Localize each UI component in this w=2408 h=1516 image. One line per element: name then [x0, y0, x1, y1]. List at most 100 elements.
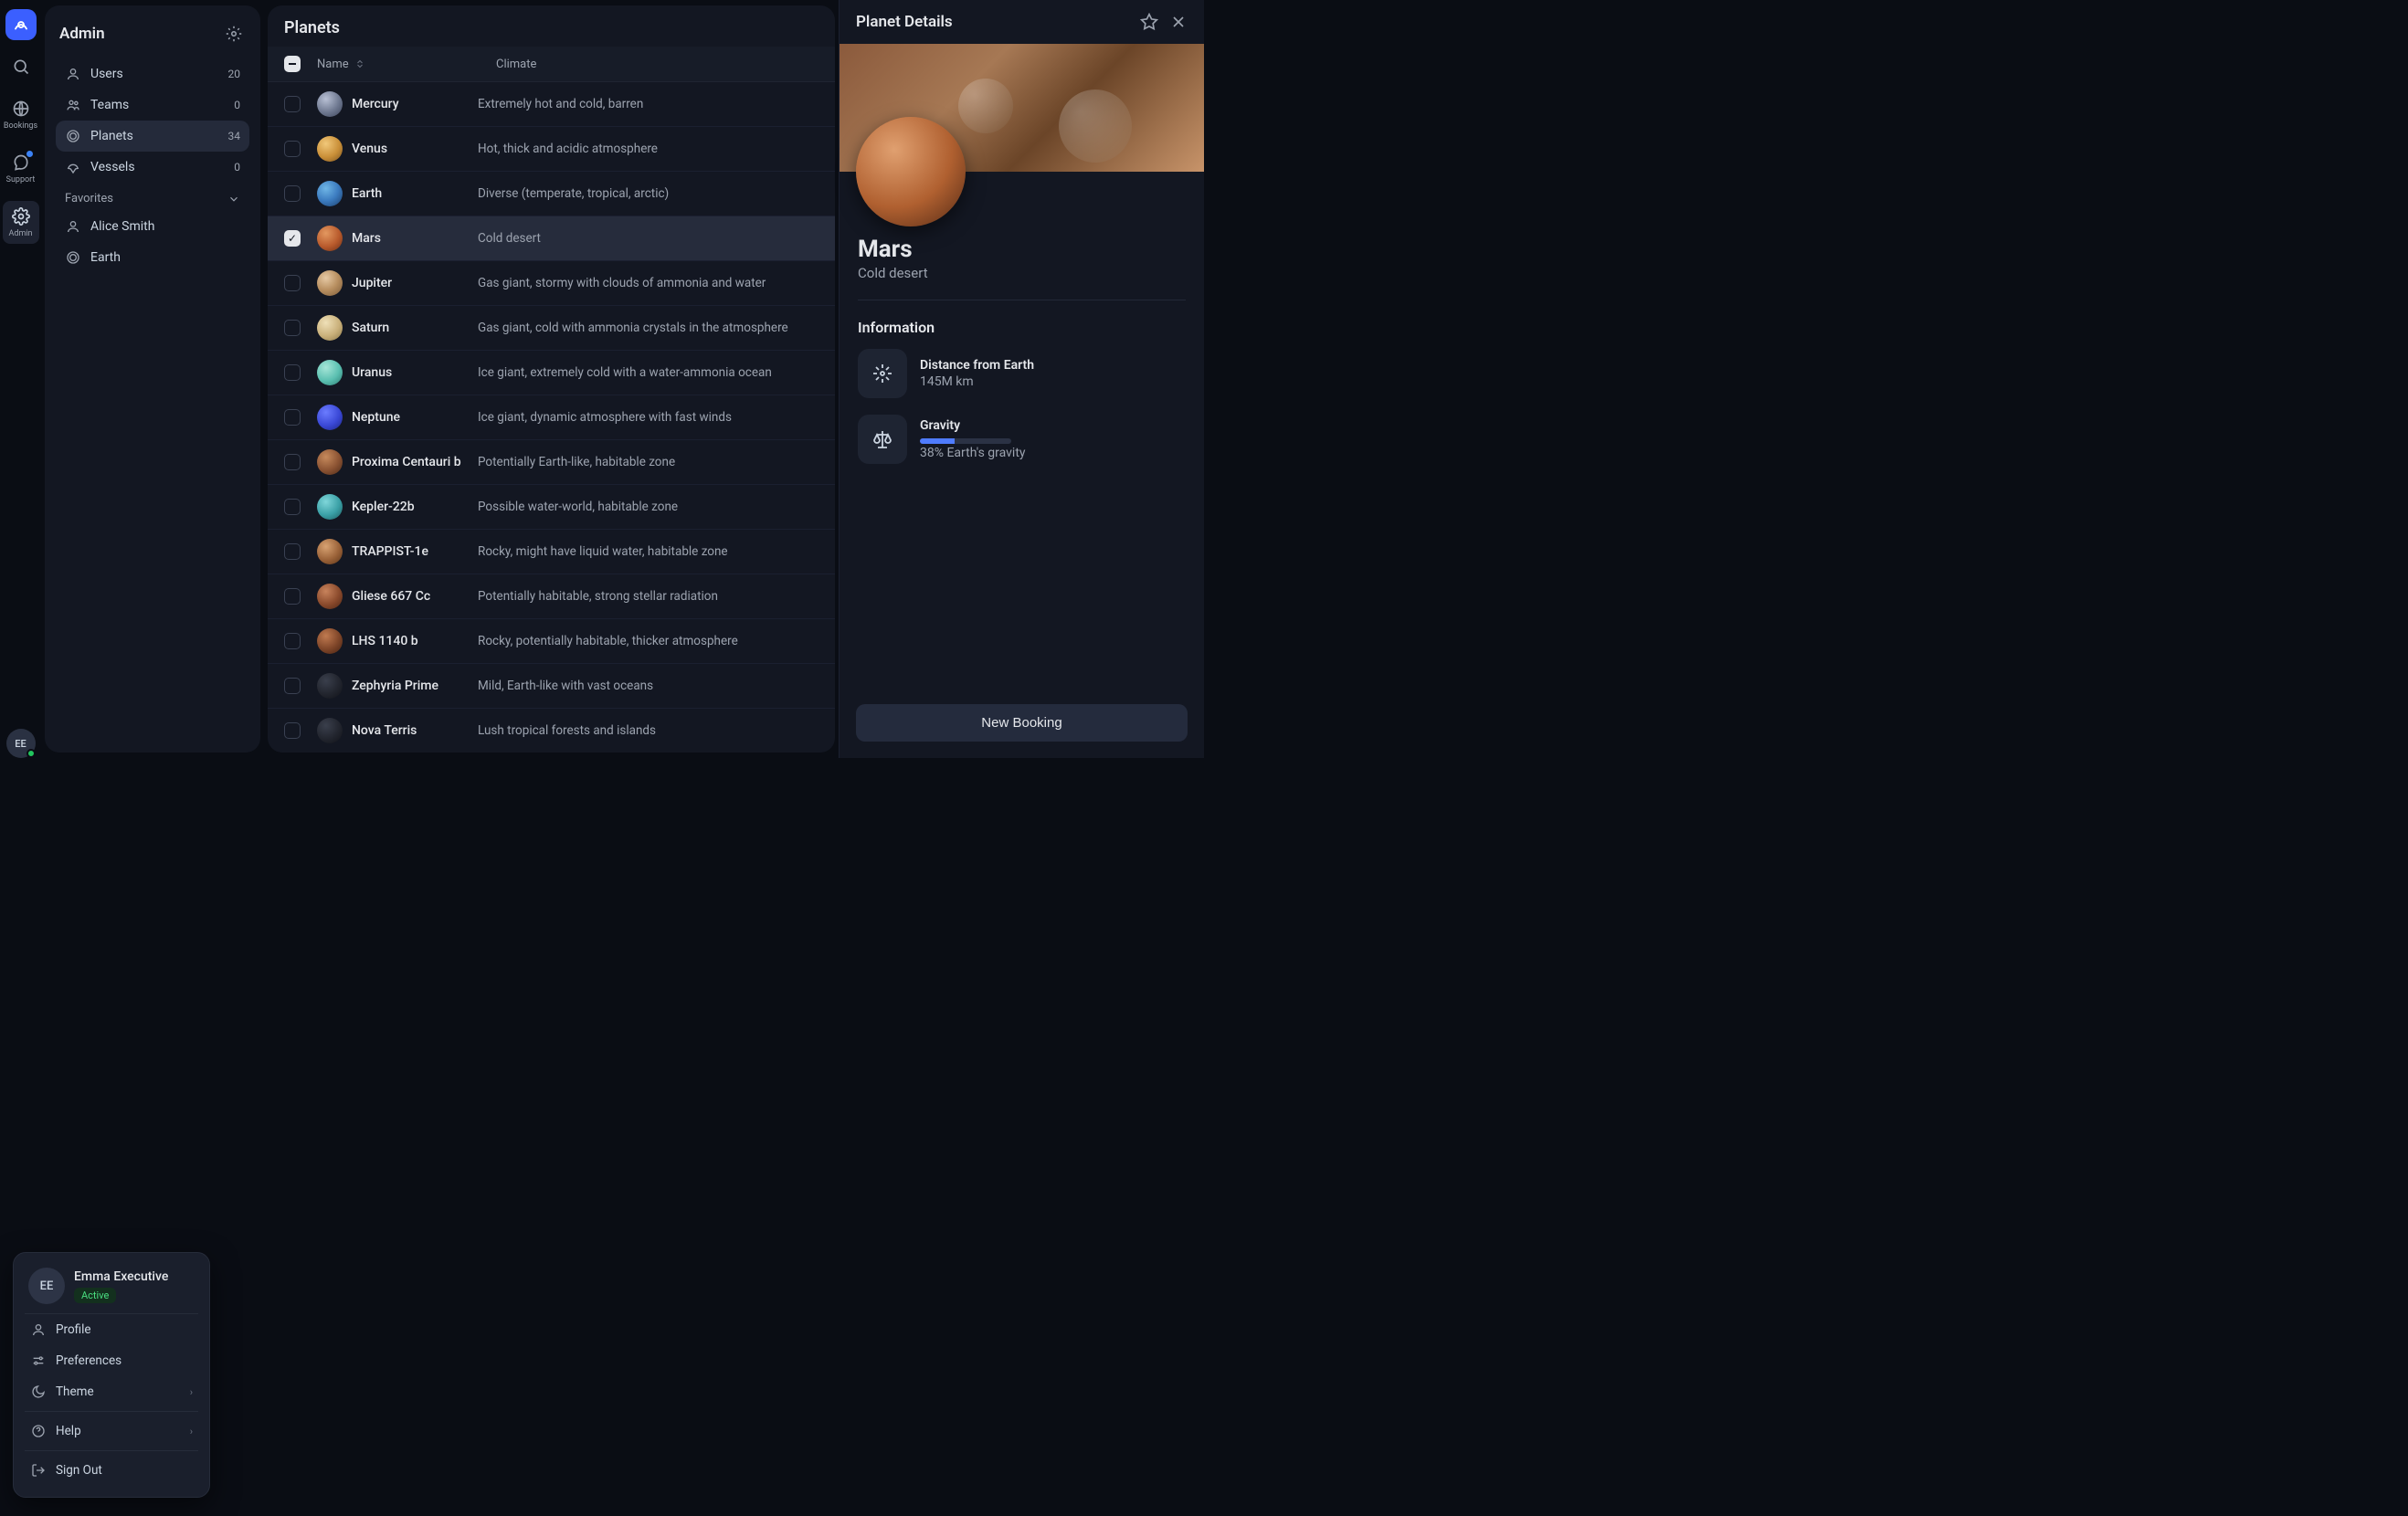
table-row[interactable]: Zephyria PrimeMild, Earth-like with vast…: [268, 664, 835, 709]
planet-subtitle: Cold desert: [858, 265, 1186, 281]
row-checkbox[interactable]: [284, 678, 301, 694]
user-icon: [30, 1322, 47, 1337]
table-row[interactable]: Proxima Centauri bPotentially Earth-like…: [268, 440, 835, 485]
row-checkbox[interactable]: [284, 96, 301, 112]
popover-theme[interactable]: Theme ›: [25, 1376, 198, 1407]
table-row[interactable]: SaturnGas giant, cold with ammonia cryst…: [268, 306, 835, 351]
table-row[interactable]: Gliese 667 Cc Potentially habitable, stro…: [268, 574, 835, 619]
row-checkbox[interactable]: [284, 543, 301, 560]
planet-climate-cell: Lush tropical forests and islands: [478, 723, 819, 738]
table-header: Name Climate: [268, 47, 835, 82]
popover-preferences[interactable]: Preferences: [25, 1345, 198, 1376]
table-row[interactable]: UranusIce giant, extremely cold with a w…: [268, 351, 835, 395]
details-panel: Planet Details Mars Cold desert Informat…: [839, 0, 1204, 758]
table-row[interactable]: NeptuneIce giant, dynamic atmosphere wit…: [268, 395, 835, 440]
close-icon[interactable]: [1169, 13, 1188, 31]
planet-name-cell: Zephyria Prime: [352, 679, 438, 693]
planet-climate-cell: Gas giant, cold with ammonia crystals in…: [478, 321, 819, 335]
row-checkbox[interactable]: [284, 320, 301, 336]
sidebar-title: Admin: [59, 25, 105, 43]
sidebar-item-vessels[interactable]: Vessels0: [56, 152, 249, 183]
row-checkbox[interactable]: [284, 454, 301, 470]
rail-bookings-label: Bookings: [4, 121, 37, 131]
planet-avatar: [317, 91, 343, 117]
planet-avatar: [317, 405, 343, 430]
row-checkbox[interactable]: [284, 185, 301, 202]
row-checkbox[interactable]: ✓: [284, 230, 301, 247]
gravity-label: Gravity: [920, 418, 1186, 433]
info-section-title: Information: [858, 319, 1186, 336]
sidebar-item-users[interactable]: Users20: [56, 58, 249, 89]
new-booking-button[interactable]: New Booking: [856, 704, 1188, 742]
table-row[interactable]: Kepler-22b Possible water-world, habitabl…: [268, 485, 835, 530]
presence-dot: [26, 749, 36, 758]
rail-admin[interactable]: Admin: [3, 201, 39, 244]
select-all-checkbox[interactable]: [284, 56, 301, 72]
planet-avatar: [317, 584, 343, 609]
row-checkbox[interactable]: [284, 409, 301, 426]
row-checkbox[interactable]: [284, 364, 301, 381]
column-name[interactable]: Name: [317, 58, 481, 71]
favorite-item[interactable]: Alice Smith: [56, 211, 249, 242]
favorites-header[interactable]: Favorites: [56, 183, 249, 211]
popover-profile[interactable]: Profile: [25, 1314, 198, 1345]
planet-avatar: [317, 270, 343, 296]
rail-search[interactable]: [3, 51, 39, 82]
planet-climate-cell: Potentially habitable, strong stellar ra…: [478, 589, 819, 604]
column-climate[interactable]: Climate: [496, 58, 819, 71]
table-row[interactable]: TRAPPIST-1eRocky, might have liquid wate…: [268, 530, 835, 574]
scale-icon: [858, 415, 907, 464]
row-checkbox[interactable]: [284, 499, 301, 515]
planet-climate-cell: Ice giant, dynamic atmosphere with fast …: [478, 410, 819, 425]
search-icon: [11, 57, 31, 77]
popover-status: Active: [74, 1288, 116, 1303]
planet-avatar: [317, 718, 343, 743]
planet-avatar: [317, 628, 343, 654]
row-checkbox[interactable]: [284, 633, 301, 649]
table-row[interactable]: Nova Terris Lush tropical forests and isl…: [268, 709, 835, 753]
star-icon[interactable]: [1140, 13, 1158, 31]
planet-avatar: [317, 226, 343, 251]
rail-support[interactable]: Support: [3, 147, 39, 190]
table-row[interactable]: VenusHot, thick and acidic atmosphere: [268, 127, 835, 172]
planet-name-cell: Nova Terris: [352, 723, 417, 738]
table-row[interactable]: LHS 1140 bRocky, potentially habitable, …: [268, 619, 835, 664]
rail-admin-label: Admin: [9, 229, 33, 238]
planet-climate-cell: Potentially Earth-like, habitable zone: [478, 455, 819, 469]
row-checkbox[interactable]: [284, 275, 301, 291]
row-checkbox[interactable]: [284, 141, 301, 157]
planet-climate-cell: Diverse (temperate, tropical, arctic): [478, 186, 819, 201]
sidebar-settings-button[interactable]: [222, 22, 246, 46]
planet-name-cell: Kepler-22b: [352, 500, 415, 514]
table-row[interactable]: EarthDiverse (temperate, tropical, arcti…: [268, 172, 835, 216]
planet-avatar: [317, 673, 343, 699]
table-row[interactable]: JupiterGas giant, stormy with clouds of …: [268, 261, 835, 306]
table-row[interactable]: MercuryExtremely hot and cold, barren: [268, 82, 835, 127]
gravity-progress: [920, 438, 1011, 444]
user-avatar[interactable]: EE: [6, 729, 36, 758]
favorite-item[interactable]: Earth: [56, 242, 249, 273]
rail-bookings[interactable]: Bookings: [3, 93, 39, 136]
planet-climate-cell: Gas giant, stormy with clouds of ammonia…: [478, 276, 819, 290]
planet-avatar-large: [856, 117, 966, 226]
nav-icon: [65, 159, 81, 175]
app-logo[interactable]: [5, 9, 37, 40]
popover-help[interactable]: Help ›: [25, 1416, 198, 1447]
row-checkbox[interactable]: [284, 722, 301, 739]
planet-name-cell: Mars: [352, 231, 381, 246]
help-icon: [30, 1424, 47, 1438]
favorites-label: Favorites: [65, 192, 113, 205]
user-popover: EE Emma Executive Active Profile Prefere…: [13, 1252, 210, 1498]
row-checkbox[interactable]: [284, 588, 301, 605]
planet-avatar: [317, 181, 343, 206]
sidebar-item-teams[interactable]: Teams0: [56, 89, 249, 121]
sidebar-item-planets[interactable]: Planets34: [56, 121, 249, 152]
planet-name-cell: LHS 1140 b: [352, 634, 418, 648]
planet-climate-cell: Possible water-world, habitable zone: [478, 500, 819, 514]
gear-icon: [11, 206, 31, 226]
distance-label: Distance from Earth: [920, 358, 1186, 373]
table-row[interactable]: ✓MarsCold desert: [268, 216, 835, 261]
logout-icon: [30, 1463, 47, 1478]
planet-name-cell: Gliese 667 Cc: [352, 589, 430, 604]
popover-signout[interactable]: Sign Out: [25, 1455, 198, 1486]
